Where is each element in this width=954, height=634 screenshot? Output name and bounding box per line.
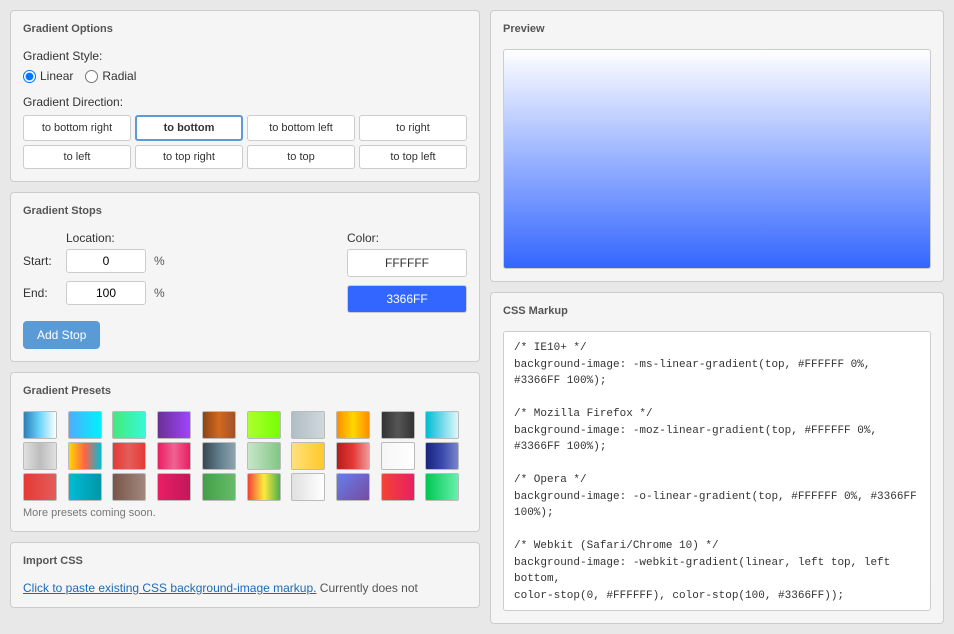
preset-swatch-29[interactable] (425, 473, 459, 501)
end-stop-row: End: % (23, 281, 331, 305)
dir-btn-to-bottom[interactable]: to bottom (135, 115, 243, 141)
direction-label: Gradient Direction: (23, 95, 467, 109)
radial-radio[interactable] (85, 70, 98, 83)
preset-swatch-2[interactable] (112, 411, 146, 439)
presets-grid (23, 411, 467, 501)
radial-radio-label[interactable]: Radial (85, 69, 136, 83)
import-css-suffix: Currently does not (316, 581, 417, 595)
preset-swatch-21[interactable] (68, 473, 102, 501)
css-markup-card: CSS Markup /* IE10+ */ background-image:… (490, 292, 944, 624)
start-color-swatch[interactable]: FFFFFF (347, 249, 467, 277)
preset-swatch-27[interactable] (336, 473, 370, 501)
preset-swatch-13[interactable] (157, 442, 191, 470)
import-css-title: Import CSS (23, 555, 467, 571)
linear-radio[interactable] (23, 70, 36, 83)
preset-swatch-28[interactable] (381, 473, 415, 501)
css-code-area[interactable]: /* IE10+ */ background-image: -ms-linear… (503, 331, 931, 611)
import-css-content: Click to paste existing CSS background-i… (23, 581, 467, 595)
preset-swatch-0[interactable] (23, 411, 57, 439)
preset-swatch-8[interactable] (381, 411, 415, 439)
gradient-presets-title: Gradient Presets (23, 385, 467, 401)
dir-btn-to-bottom-right[interactable]: to bottom right (23, 115, 131, 141)
preset-swatch-22[interactable] (112, 473, 146, 501)
preview-gradient (503, 49, 931, 269)
gradient-stops-card: Gradient Stops Location: Start: % (10, 192, 480, 362)
preset-swatch-5[interactable] (247, 411, 281, 439)
add-stop-button[interactable]: Add Stop (23, 321, 100, 349)
linear-radio-label[interactable]: Linear (23, 69, 73, 83)
preset-swatch-7[interactable] (336, 411, 370, 439)
preset-swatch-17[interactable] (336, 442, 370, 470)
end-pct-label: % (154, 286, 165, 300)
preset-swatch-24[interactable] (202, 473, 236, 501)
start-color-value: FFFFFF (385, 256, 429, 270)
gradient-options-title: Gradient Options (23, 23, 467, 39)
import-css-card: Import CSS Click to paste existing CSS b… (10, 542, 480, 608)
preset-swatch-4[interactable] (202, 411, 236, 439)
stop-rows: Start: % End: % (23, 249, 331, 305)
preset-swatch-14[interactable] (202, 442, 236, 470)
gradient-style-group: Linear Radial (23, 69, 467, 83)
linear-label: Linear (40, 69, 73, 83)
preset-swatch-26[interactable] (291, 473, 325, 501)
preset-swatch-9[interactable] (425, 411, 459, 439)
preset-swatch-10[interactable] (23, 442, 57, 470)
dir-btn-to-left[interactable]: to left (23, 145, 131, 169)
import-css-link[interactable]: Click to paste existing CSS background-i… (23, 581, 316, 595)
dir-btn-to-right[interactable]: to right (359, 115, 467, 141)
dir-btn-to-top-left[interactable]: to top left (359, 145, 467, 169)
start-stop-row: Start: % (23, 249, 331, 273)
preview-card: Preview (490, 10, 944, 282)
preset-swatch-1[interactable] (68, 411, 102, 439)
start-location-input[interactable] (66, 249, 146, 273)
dir-btn-to-top[interactable]: to top (247, 145, 355, 169)
end-location-input[interactable] (66, 281, 146, 305)
preset-swatch-11[interactable] (68, 442, 102, 470)
preset-swatch-25[interactable] (247, 473, 281, 501)
preset-swatch-16[interactable] (291, 442, 325, 470)
css-markup-title: CSS Markup (503, 305, 931, 321)
dir-btn-to-bottom-left[interactable]: to bottom left (247, 115, 355, 141)
dir-btn-to-top-right[interactable]: to top right (135, 145, 243, 169)
end-color-value: 3366FF (386, 292, 427, 306)
preset-swatch-15[interactable] (247, 442, 281, 470)
radial-label: Radial (102, 69, 136, 83)
gradient-presets-card: Gradient Presets More presets coming soo… (10, 372, 480, 532)
color-col-header: Color: (347, 231, 379, 245)
preset-swatch-6[interactable] (291, 411, 325, 439)
direction-grid: to bottom right to bottom to bottom left… (23, 115, 467, 169)
start-stop-label: Start: (23, 254, 58, 268)
preset-swatch-20[interactable] (23, 473, 57, 501)
preset-swatch-23[interactable] (157, 473, 191, 501)
gradient-stops-title: Gradient Stops (23, 205, 467, 221)
preset-swatch-3[interactable] (157, 411, 191, 439)
end-color-swatch[interactable]: 3366FF (347, 285, 467, 313)
preview-title: Preview (503, 23, 931, 39)
start-pct-label: % (154, 254, 165, 268)
gradient-options-card: Gradient Options Gradient Style: Linear … (10, 10, 480, 182)
style-label: Gradient Style: (23, 49, 467, 63)
preset-swatch-18[interactable] (381, 442, 415, 470)
preset-swatch-12[interactable] (112, 442, 146, 470)
end-stop-label: End: (23, 286, 58, 300)
location-col-header: Location: (66, 231, 323, 245)
presets-note: More presets coming soon. (23, 507, 467, 519)
preset-swatch-19[interactable] (425, 442, 459, 470)
